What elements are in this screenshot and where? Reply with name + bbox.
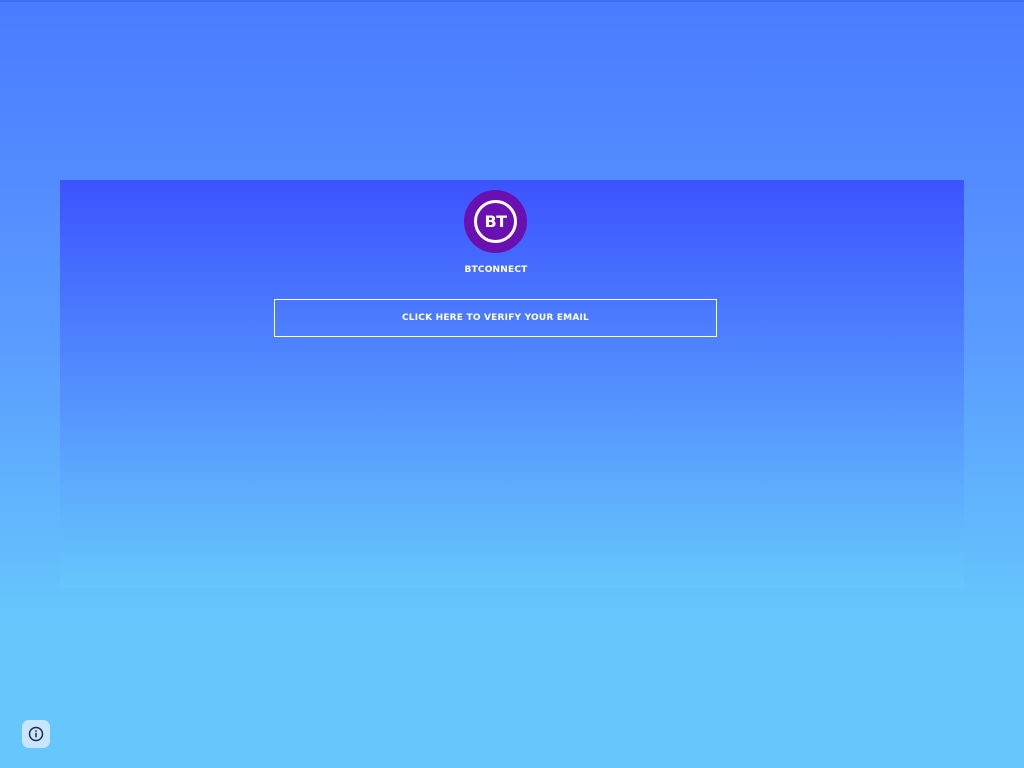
bt-logo-text: BT [474,200,517,243]
bt-logo-icon: BT [464,190,527,253]
info-icon [28,726,44,742]
verify-email-button[interactable]: CLICK HERE TO VERIFY YOUR EMAIL [274,299,717,337]
top-edge-divider [0,0,1024,2]
brand-name: BTCONNECT [464,265,528,275]
info-button[interactable] [22,720,50,748]
